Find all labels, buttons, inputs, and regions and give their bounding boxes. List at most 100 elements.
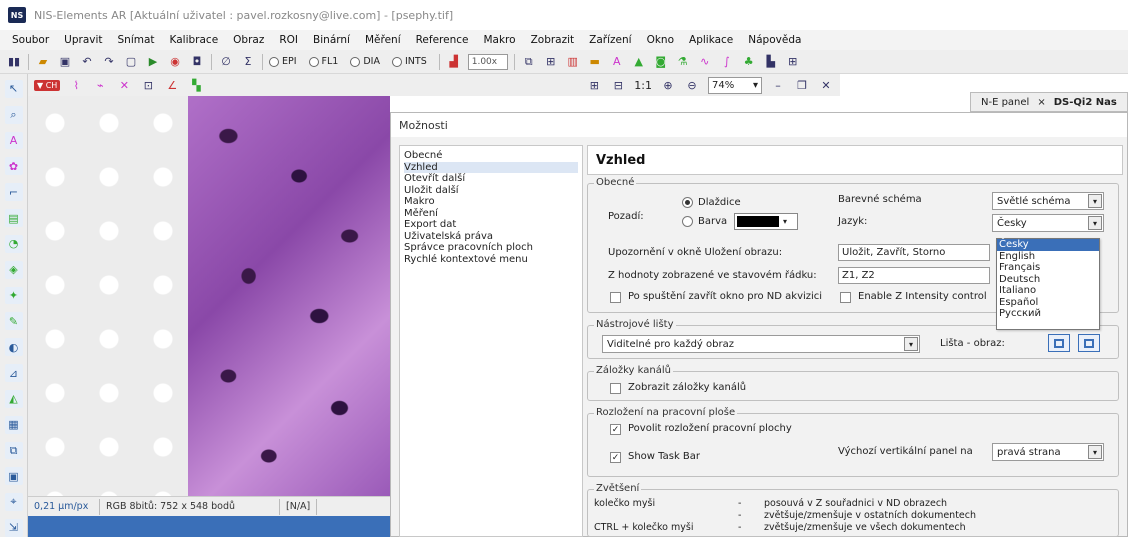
close-icon[interactable]: ✕ bbox=[818, 77, 834, 93]
open-icon[interactable]: ▰ bbox=[35, 54, 51, 70]
camera-icon[interactable]: ◘ bbox=[189, 54, 205, 70]
nav-item-mereni[interactable]: Měření bbox=[404, 208, 578, 220]
nav-item-vzhled[interactable]: Vzhled bbox=[404, 161, 578, 173]
radio-color[interactable] bbox=[682, 216, 693, 227]
nav-item-prava[interactable]: Uživatelská práva bbox=[404, 231, 578, 243]
toolbars-mode-select[interactable]: Viditelné pro každý obraz ▾ bbox=[602, 335, 920, 353]
radio-dia[interactable]: DIA bbox=[350, 56, 380, 67]
image-view[interactable] bbox=[28, 96, 390, 496]
nav-item-rychle-menu[interactable]: Rychlé kontextové menu bbox=[404, 254, 578, 266]
menu-mereni[interactable]: Měření bbox=[365, 34, 401, 46]
save-icon[interactable]: ▣ bbox=[57, 54, 73, 70]
show-channel-tabs-checkbox[interactable] bbox=[610, 383, 621, 394]
ratio-label[interactable]: 1:1 bbox=[634, 79, 652, 92]
language-option[interactable]: Česky bbox=[997, 239, 1099, 251]
curve-icon[interactable]: ∫ bbox=[719, 54, 735, 70]
language-option[interactable]: Español bbox=[997, 297, 1099, 309]
menu-upravit[interactable]: Upravit bbox=[64, 34, 102, 46]
language-option[interactable]: Français bbox=[997, 262, 1099, 274]
objective-zoom-select[interactable]: 1.00x bbox=[467, 53, 508, 70]
rgb-icon[interactable]: ⌇ bbox=[68, 77, 84, 93]
measure-m-icon[interactable]: ⊿ bbox=[4, 364, 23, 382]
radio-tiles[interactable] bbox=[682, 197, 693, 208]
nav-item-export[interactable]: Export dat bbox=[404, 219, 578, 231]
play-icon[interactable]: ▶ bbox=[145, 54, 161, 70]
palette-icon[interactable]: ▚ bbox=[188, 77, 204, 93]
wave-icon[interactable]: ∿ bbox=[697, 54, 713, 70]
scheme-select[interactable]: Světlé schéma ▾ bbox=[992, 192, 1104, 210]
language-option[interactable]: Italiano bbox=[997, 285, 1099, 297]
menu-zobrazit[interactable]: Zobrazit bbox=[531, 34, 575, 46]
menu-aplikace[interactable]: Aplikace bbox=[689, 34, 733, 46]
tab-ne-panel[interactable]: N-E panel bbox=[981, 97, 1029, 108]
brush-tool-icon[interactable]: ✎ bbox=[4, 312, 23, 331]
redo-icon[interactable]: ↷ bbox=[101, 54, 117, 70]
menu-obraz[interactable]: Obraz bbox=[233, 34, 264, 46]
split-view-icon[interactable]: ⊟ bbox=[610, 77, 626, 93]
paste-icon[interactable]: ▣ bbox=[4, 467, 23, 486]
language-option[interactable]: Русский bbox=[997, 308, 1099, 320]
nd-icon[interactable]: ▤ bbox=[4, 209, 23, 227]
menu-okno[interactable]: Okno bbox=[647, 34, 674, 46]
split-icon[interactable]: ⊞ bbox=[543, 54, 559, 70]
language-option[interactable]: English bbox=[997, 251, 1099, 263]
allow-layout-checkbox[interactable]: ✓ bbox=[610, 424, 621, 435]
language-option[interactable]: Deutsch bbox=[997, 274, 1099, 286]
record-icon[interactable]: ◉ bbox=[167, 54, 183, 70]
image-bar-button-2[interactable] bbox=[1078, 334, 1100, 352]
menu-reference[interactable]: Reference bbox=[416, 34, 469, 46]
show-taskbar-checkbox[interactable]: ✓ bbox=[610, 452, 621, 463]
export-icon[interactable]: ⇲ bbox=[4, 519, 23, 537]
panel-close-icon[interactable]: × bbox=[1037, 97, 1045, 108]
menu-zarizeni[interactable]: Zařízení bbox=[589, 34, 631, 46]
chart-icon[interactable]: ▥ bbox=[565, 54, 581, 70]
magic-tool-icon[interactable]: ✦ bbox=[4, 286, 23, 305]
zoom-in-icon[interactable]: ⊕ bbox=[660, 77, 676, 93]
nav-item-ulozit[interactable]: Uložit další bbox=[404, 185, 578, 197]
default-panel-select[interactable]: pravá strana ▾ bbox=[992, 443, 1104, 461]
cross-icon[interactable]: ✕ bbox=[116, 77, 132, 93]
zoom-icon[interactable]: ⌕ bbox=[4, 105, 23, 124]
zoom-out-icon[interactable]: ⊖ bbox=[684, 77, 700, 93]
font-icon[interactable]: A bbox=[4, 131, 23, 150]
menu-roi[interactable]: ROI bbox=[279, 34, 298, 46]
nav-item-obecne[interactable]: Obecné bbox=[404, 150, 578, 162]
tab-ds-qi2[interactable]: DS-Qi2 Nas bbox=[1054, 97, 1117, 108]
grid-view-icon[interactable]: ⊞ bbox=[586, 77, 602, 93]
measure-grid-icon[interactable]: ▦ bbox=[4, 415, 23, 434]
color-picker[interactable]: ▾ bbox=[734, 213, 798, 230]
sum-icon[interactable]: Σ bbox=[240, 54, 256, 70]
minimize-icon[interactable]: – bbox=[770, 77, 786, 93]
nav-item-spravce[interactable]: Správce pracovních ploch bbox=[404, 242, 578, 254]
radio-fl1[interactable]: FL1 bbox=[308, 56, 338, 67]
menu-makro[interactable]: Makro bbox=[483, 34, 515, 46]
line-chart-icon[interactable]: ▙ bbox=[763, 54, 779, 70]
zoom-combo[interactable]: 74% ▾ bbox=[708, 76, 762, 94]
snapshot-icon[interactable]: ◙ bbox=[653, 54, 669, 70]
curve-tool-icon[interactable]: ⌁ bbox=[92, 77, 108, 93]
select-rect-icon[interactable]: ▢ bbox=[123, 54, 139, 70]
copy-icon[interactable]: ⧉ bbox=[4, 441, 23, 460]
menu-kalibrace[interactable]: Kalibrace bbox=[170, 34, 219, 46]
nav-item-makro[interactable]: Makro bbox=[404, 196, 578, 208]
measure-icon[interactable]: ◐ bbox=[4, 338, 23, 357]
circle-tool-icon[interactable]: ◔ bbox=[4, 234, 23, 253]
auto-tool-icon[interactable]: ◈ bbox=[4, 260, 23, 279]
image-bar-button[interactable] bbox=[1048, 334, 1070, 352]
pen-icon[interactable]: ∠ bbox=[164, 77, 180, 93]
menu-snimat[interactable]: Snímat bbox=[118, 34, 155, 46]
menu-napoveda[interactable]: Nápověda bbox=[748, 34, 801, 46]
close-nd-checkbox[interactable] bbox=[610, 292, 621, 303]
radio-ints[interactable]: INTS bbox=[391, 56, 427, 67]
empty-set-icon[interactable]: ∅ bbox=[218, 54, 234, 70]
menu-binarni[interactable]: Binární bbox=[313, 34, 350, 46]
histogram-icon[interactable]: ▟ bbox=[446, 54, 462, 70]
fit-icon[interactable]: ⌖ bbox=[4, 493, 23, 512]
z-intensity-checkbox[interactable] bbox=[840, 292, 851, 303]
frame-icon[interactable]: ⊡ bbox=[140, 77, 156, 93]
font-color-icon[interactable]: A bbox=[609, 54, 625, 70]
nav-item-otevrit[interactable]: Otevřít další bbox=[404, 173, 578, 185]
radio-epi[interactable]: EPI bbox=[269, 56, 297, 67]
pointer-icon[interactable]: ↖ bbox=[4, 80, 23, 98]
tree-icon[interactable]: ♣ bbox=[741, 54, 757, 70]
